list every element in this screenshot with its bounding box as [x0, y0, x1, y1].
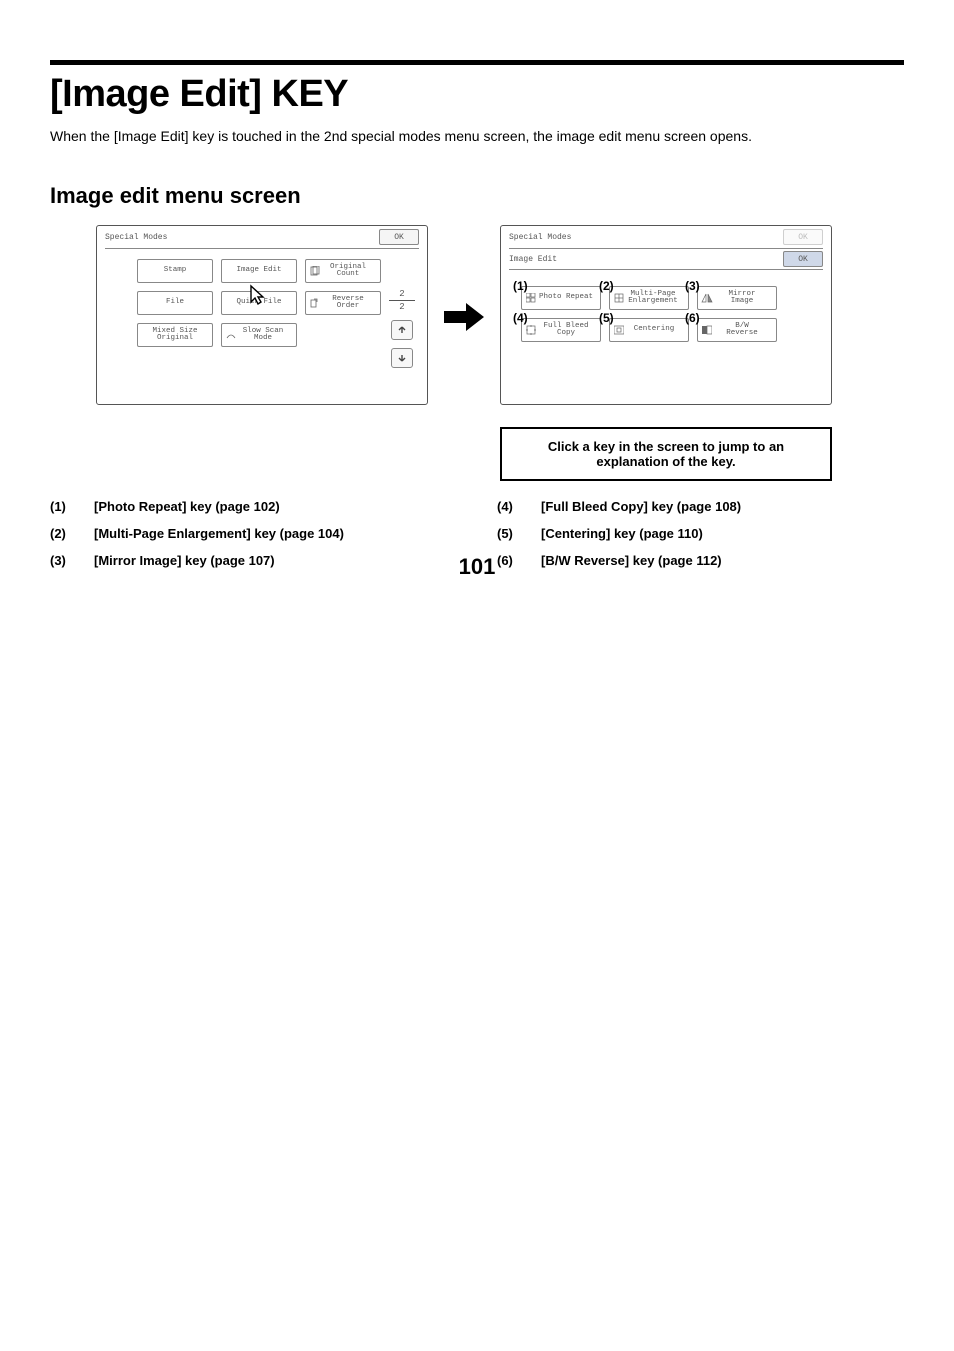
- sub-title: Image Edit: [509, 255, 783, 264]
- scan-icon: [225, 329, 237, 341]
- bw-icon: [701, 324, 713, 336]
- image-edit-panel: Special Modes OK Image Edit OK Photo Rep…: [500, 225, 832, 405]
- callout-2: (2): [599, 279, 614, 293]
- file-button[interactable]: File: [137, 291, 213, 315]
- down-arrow-button[interactable]: [391, 348, 413, 368]
- ok-button[interactable]: OK: [379, 229, 419, 245]
- panel-row: Special Modes OK Stamp Image Edit Origin…: [50, 225, 904, 481]
- bleed-icon: [525, 324, 537, 336]
- transition-arrow-icon: [444, 303, 484, 331]
- cursor-icon: [247, 284, 267, 308]
- stamp-button[interactable]: Stamp: [137, 259, 213, 283]
- list-item[interactable]: (5)[Centering] key (page 110): [497, 526, 904, 541]
- pager: 2 2: [389, 289, 415, 368]
- enlarge-icon: [613, 292, 625, 304]
- mixed-size-button[interactable]: Mixed Size Original: [137, 323, 213, 347]
- note-box: Click a key in the screen to jump to an …: [500, 427, 832, 481]
- intro-text: When the [Image Edit] key is touched in …: [50, 126, 904, 147]
- list-item[interactable]: (4)[Full Bleed Copy] key (page 108): [497, 499, 904, 514]
- panel-header: Special Modes OK: [97, 226, 427, 248]
- panel-title: Special Modes: [509, 233, 777, 242]
- page-number: 101: [0, 554, 954, 580]
- pager-current: 2: [389, 289, 415, 301]
- ok-button[interactable]: OK: [783, 251, 823, 267]
- reverse-icon: [309, 297, 321, 309]
- bw-reverse-button[interactable]: B/W Reverse: [697, 318, 777, 342]
- callout-3: (3): [685, 279, 700, 293]
- sub-header: Image Edit OK: [501, 249, 831, 269]
- list-item[interactable]: (2)[Multi-Page Enlargement] key (page 10…: [50, 526, 457, 541]
- center-icon: [613, 324, 625, 336]
- full-bleed-copy-button[interactable]: Full Bleed Copy: [521, 318, 601, 342]
- tile-grid: Stamp Image Edit Original Count File Qui…: [137, 259, 417, 347]
- mirror-icon: [701, 292, 713, 304]
- reverse-order-button[interactable]: Reverse Order: [305, 291, 381, 315]
- original-count-button[interactable]: Original Count: [305, 259, 381, 283]
- callout-4: (4): [513, 311, 528, 325]
- centering-button[interactable]: Centering: [609, 318, 689, 342]
- pager-total: 2: [389, 302, 415, 312]
- list-item[interactable]: (1)[Photo Repeat] key (page 102): [50, 499, 457, 514]
- callout-1: (1): [513, 279, 528, 293]
- callout-5: (5): [599, 311, 614, 325]
- photo-repeat-button[interactable]: Photo Repeat: [521, 286, 601, 310]
- doc-icon: [309, 265, 321, 277]
- tile-grid: Photo Repeat Multi-Page Enlargement Mirr…: [521, 286, 821, 342]
- panel-body: Photo Repeat Multi-Page Enlargement Mirr…: [501, 270, 831, 352]
- panel-header: Special Modes OK: [501, 226, 831, 248]
- section-heading: Image edit menu screen: [50, 183, 904, 209]
- panel-title: Special Modes: [105, 233, 373, 242]
- multi-page-enlargement-button[interactable]: Multi-Page Enlargement: [609, 286, 689, 310]
- slow-scan-button[interactable]: Slow Scan Mode: [221, 323, 297, 347]
- special-modes-panel: Special Modes OK Stamp Image Edit Origin…: [96, 225, 428, 405]
- photo-icon: [525, 292, 537, 304]
- ok-button-disabled: OK: [783, 229, 823, 245]
- page-title: [Image Edit] KEY: [50, 73, 904, 116]
- mirror-image-button[interactable]: Mirror Image: [697, 286, 777, 310]
- horizontal-rule: [50, 60, 904, 65]
- up-arrow-button[interactable]: [391, 320, 413, 340]
- callout-6: (6): [685, 311, 700, 325]
- image-edit-button[interactable]: Image Edit: [221, 259, 297, 283]
